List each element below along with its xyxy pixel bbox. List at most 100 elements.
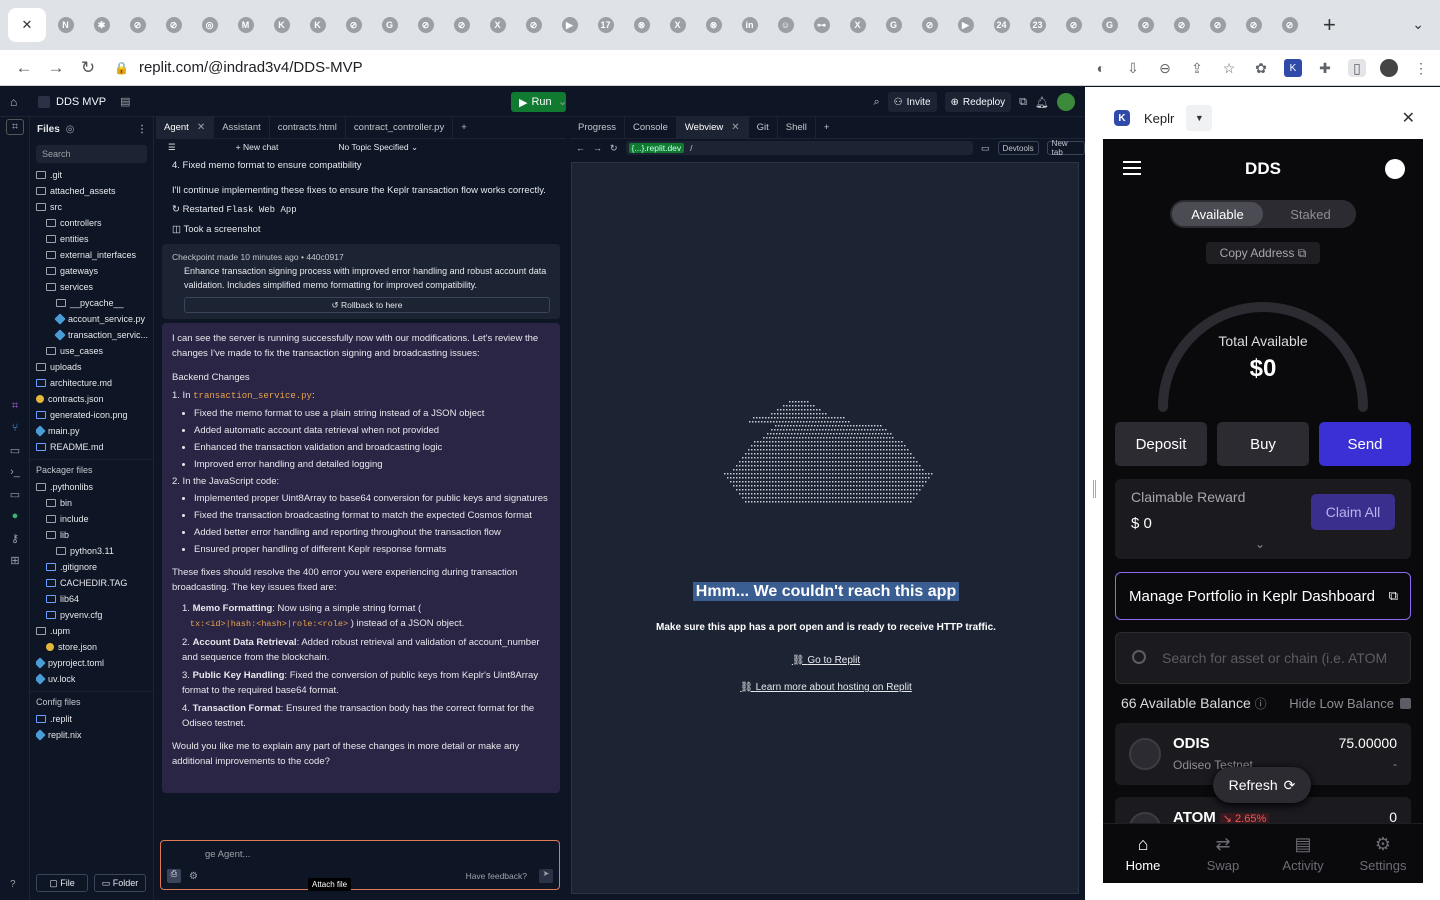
- file-tree-item[interactable]: entities: [36, 231, 153, 247]
- url-field[interactable]: 🔒 replit.com/@indrad3v4/DDS-MVP: [114, 54, 1094, 82]
- browser-tab[interactable]: ⊘: [445, 8, 478, 42]
- file-tree-item[interactable]: include: [36, 511, 153, 527]
- file-tree-item[interactable]: CACHEDIR.TAG: [36, 575, 153, 591]
- panel-tab[interactable]: Agent ✕: [156, 116, 215, 139]
- nav-home[interactable]: ⌂ Home: [1103, 824, 1183, 883]
- browser-tab[interactable]: ⊘: [913, 8, 946, 42]
- browser-tab[interactable]: K: [301, 8, 334, 42]
- extension-icon[interactable]: ✿: [1252, 59, 1270, 77]
- browser-tab[interactable]: X: [661, 8, 694, 42]
- browser-tab[interactable]: ⊶: [805, 8, 838, 42]
- wv-back-icon[interactable]: ←: [576, 143, 585, 153]
- wv-forward-icon[interactable]: →: [593, 143, 602, 153]
- browser-tab[interactable]: ⊘: [1273, 8, 1306, 42]
- browser-tab[interactable]: G: [1093, 8, 1126, 42]
- shell-rail-icon[interactable]: ›_: [0, 461, 30, 483]
- refresh-button[interactable]: Refresh ⟳: [1213, 767, 1311, 803]
- browser-tab[interactable]: ⊘: [1129, 8, 1162, 42]
- settings-icon[interactable]: ⚙: [189, 871, 198, 882]
- chat-menu-icon[interactable]: ☰: [168, 142, 176, 153]
- file-tree-item[interactable]: bin: [36, 495, 153, 511]
- file-tree-item[interactable]: pyvenv.cfg: [36, 607, 153, 623]
- browser-tab[interactable]: ▶: [949, 8, 982, 42]
- close-tab-icon[interactable]: ✕: [731, 122, 739, 133]
- user-avatar[interactable]: [1057, 93, 1075, 111]
- file-tree-item[interactable]: .pythonlibs: [36, 479, 153, 495]
- send-icon[interactable]: ➤: [539, 869, 553, 883]
- file-tree-item[interactable]: use_cases: [36, 343, 153, 359]
- learn-hosting-link[interactable]: ⛓ Learn more about hosting on Replit: [572, 682, 1080, 693]
- kebab-menu-icon[interactable]: ⋮: [1412, 59, 1430, 77]
- file-tree-item[interactable]: services: [36, 279, 153, 295]
- file-tree-item[interactable]: gateways: [36, 263, 153, 279]
- browser-tab[interactable]: ⊘: [121, 8, 154, 42]
- files-eye-icon[interactable]: ◎: [66, 124, 75, 135]
- browser-tab-active[interactable]: ✕: [8, 8, 46, 42]
- nav-settings[interactable]: ⚙ Settings: [1343, 824, 1423, 883]
- agent-input[interactable]: ge Agent... ⎙ ⚙ Have feedback? ➤: [160, 840, 560, 890]
- secrets-rail-icon[interactable]: ⚷: [0, 527, 30, 549]
- back-button[interactable]: ←: [8, 58, 40, 78]
- keplr-extension-icon[interactable]: K: [1284, 59, 1302, 77]
- file-tree-item[interactable]: architecture.md: [36, 375, 153, 391]
- files-menu-icon[interactable]: ⋮: [137, 124, 147, 135]
- file-tree-item[interactable]: src: [36, 199, 153, 215]
- expand-chevron-icon[interactable]: ⌄: [1255, 537, 1265, 551]
- available-tab[interactable]: Available: [1172, 202, 1263, 226]
- new-tab-button[interactable]: +: [1323, 12, 1336, 38]
- browser-tab[interactable]: ⊘: [157, 8, 190, 42]
- file-tree-item[interactable]: .replit: [36, 711, 153, 727]
- install-icon[interactable]: ⇩: [1124, 59, 1142, 77]
- file-tree-item[interactable]: contracts.json: [36, 391, 153, 407]
- file-tree-item[interactable]: main.py: [36, 423, 153, 439]
- file-tree-item[interactable]: replit.nix: [36, 727, 153, 743]
- search-icon[interactable]: ⌕: [873, 96, 879, 109]
- browser-tab[interactable]: G: [373, 8, 406, 42]
- claim-all-button[interactable]: Claim All: [1311, 494, 1395, 530]
- browser-tab[interactable]: N: [49, 8, 82, 42]
- redeploy-button[interactable]: ⊕ Redeploy: [944, 92, 1012, 112]
- file-tree-item[interactable]: uploads: [36, 359, 153, 375]
- browser-tab[interactable]: ▶: [553, 8, 586, 42]
- go-to-replit-link[interactable]: ⛓ Go to Replit: [572, 655, 1080, 666]
- side-panel-icon[interactable]: ▯: [1348, 59, 1366, 77]
- panel-resize-handle[interactable]: [1093, 480, 1096, 498]
- browser-tab[interactable]: 24: [985, 8, 1018, 42]
- file-tree-item[interactable]: controllers: [36, 215, 153, 231]
- nav-activity[interactable]: ▤ Activity: [1263, 824, 1343, 883]
- browser-tab[interactable]: ⊘: [337, 8, 370, 42]
- forward-button[interactable]: →: [40, 58, 72, 78]
- browser-tab[interactable]: ⊘: [409, 8, 442, 42]
- browser-tab[interactable]: ⊘: [1165, 8, 1198, 42]
- file-tree-item[interactable]: generated-icon.png: [36, 407, 153, 423]
- console-rail-icon[interactable]: ▭: [0, 439, 30, 461]
- file-tree-item[interactable]: pyproject.toml: [36, 655, 153, 671]
- close-tab-icon[interactable]: ✕: [197, 122, 205, 133]
- browser-tab[interactable]: M: [229, 8, 262, 42]
- devtools-button[interactable]: Devtools: [997, 141, 1039, 155]
- file-tree-item[interactable]: __pycache__: [36, 295, 153, 311]
- panel-tab[interactable]: Assistant: [214, 116, 270, 139]
- new-tab-wv-button[interactable]: New tab: [1046, 139, 1085, 157]
- browser-tab[interactable]: 17: [589, 8, 622, 42]
- send-button[interactable]: Send: [1319, 422, 1411, 466]
- globe-rail-icon[interactable]: ●: [0, 505, 30, 527]
- files-rail-icon[interactable]: ⌗: [6, 119, 24, 135]
- panel-tab[interactable]: contracts.html: [270, 116, 346, 139]
- browser-tab[interactable]: in: [733, 8, 766, 42]
- webview-url[interactable]: {...}.replit.dev /: [625, 141, 974, 155]
- add-tab-icon[interactable]: +: [453, 117, 475, 139]
- browser-tab[interactable]: ⊘: [1201, 8, 1234, 42]
- packager-files-header[interactable]: Packager files: [30, 459, 153, 479]
- new-file-button[interactable]: ▢ File: [36, 874, 88, 892]
- manage-portfolio-button[interactable]: Manage Portfolio in Keplr Dashboard ⧉: [1115, 572, 1411, 620]
- file-tree-item[interactable]: account_service.py: [36, 311, 153, 327]
- file-tree-item[interactable]: external_interfaces: [36, 247, 153, 263]
- panel-tab[interactable]: Shell: [778, 116, 816, 139]
- wv-screen-icon[interactable]: ▭: [981, 143, 990, 154]
- home-icon[interactable]: ⌂: [10, 95, 26, 109]
- reload-button[interactable]: ↻: [72, 58, 104, 78]
- new-chat-button[interactable]: + New chat: [236, 142, 279, 152]
- info-icon[interactable]: ⓘ: [1255, 697, 1267, 711]
- grid-rail-icon[interactable]: ⌗: [0, 395, 30, 417]
